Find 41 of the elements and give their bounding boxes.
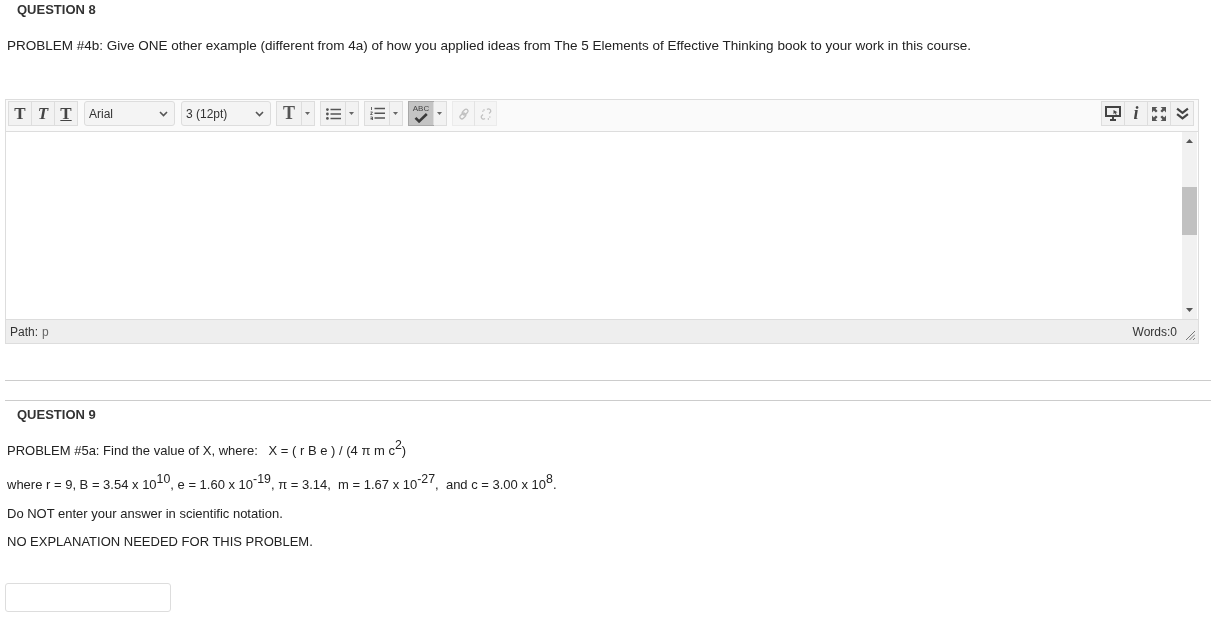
caret-icon bbox=[437, 112, 442, 115]
collapse-button[interactable] bbox=[1170, 101, 1194, 126]
fullscreen-button[interactable] bbox=[1147, 101, 1171, 126]
vertical-scrollbar[interactable] bbox=[1182, 132, 1197, 319]
question-prompt: PROBLEM #4b: Give ONE other example (different from 4a) of how you applied ideas from The 5 Elements of Effective Thinking book to your work in this course. bbox=[7, 38, 971, 54]
numbered-list-icon bbox=[369, 107, 385, 120]
answer-field[interactable] bbox=[5, 583, 171, 612]
bullet-list-button[interactable] bbox=[320, 101, 359, 126]
resize-grip-icon[interactable] bbox=[1186, 331, 1195, 340]
bullet-list-icon bbox=[325, 107, 341, 120]
expand-arrows-icon bbox=[1152, 106, 1166, 121]
caret-icon bbox=[305, 112, 310, 115]
scrollbar-thumb[interactable] bbox=[1182, 187, 1197, 235]
chevron-down-icon bbox=[159, 110, 168, 117]
scroll-down-icon[interactable] bbox=[1186, 308, 1193, 312]
monitor-icon bbox=[1105, 106, 1121, 121]
font-family-select[interactable]: Arial bbox=[84, 101, 175, 126]
check-icon bbox=[414, 112, 428, 123]
instruction-text: Do NOT enter your answer in scientific notation. bbox=[7, 506, 283, 522]
caret-icon bbox=[393, 112, 398, 115]
font-size-select[interactable]: 3 (12pt) bbox=[181, 101, 271, 126]
word-count: Words:0 bbox=[1132, 324, 1177, 339]
chevron-down-icon bbox=[255, 110, 264, 117]
preview-button[interactable] bbox=[1101, 101, 1125, 126]
path-element-link[interactable]: p bbox=[42, 324, 49, 339]
instruction-text: NO EXPLANATION NEEDED FOR THIS PROBLEM. bbox=[7, 534, 313, 550]
bold-button[interactable]: T bbox=[8, 101, 32, 126]
numbered-list-button[interactable] bbox=[364, 101, 403, 126]
link-icon bbox=[457, 107, 470, 120]
spellcheck-button[interactable]: ABC bbox=[408, 101, 447, 126]
path-label: Path: bbox=[10, 324, 39, 339]
question-title: QUESTION 8 bbox=[17, 2, 96, 18]
italic-button[interactable]: T bbox=[31, 101, 55, 126]
scroll-up-icon[interactable] bbox=[1186, 139, 1193, 143]
broken-link-icon bbox=[478, 107, 493, 120]
double-chevron-down-icon bbox=[1175, 107, 1189, 120]
question-title: QUESTION 9 bbox=[17, 407, 96, 423]
info-button[interactable]: i bbox=[1124, 101, 1148, 126]
text-color-button[interactable]: T bbox=[276, 101, 315, 126]
underline-button[interactable]: T bbox=[54, 101, 78, 126]
caret-icon bbox=[349, 112, 354, 115]
